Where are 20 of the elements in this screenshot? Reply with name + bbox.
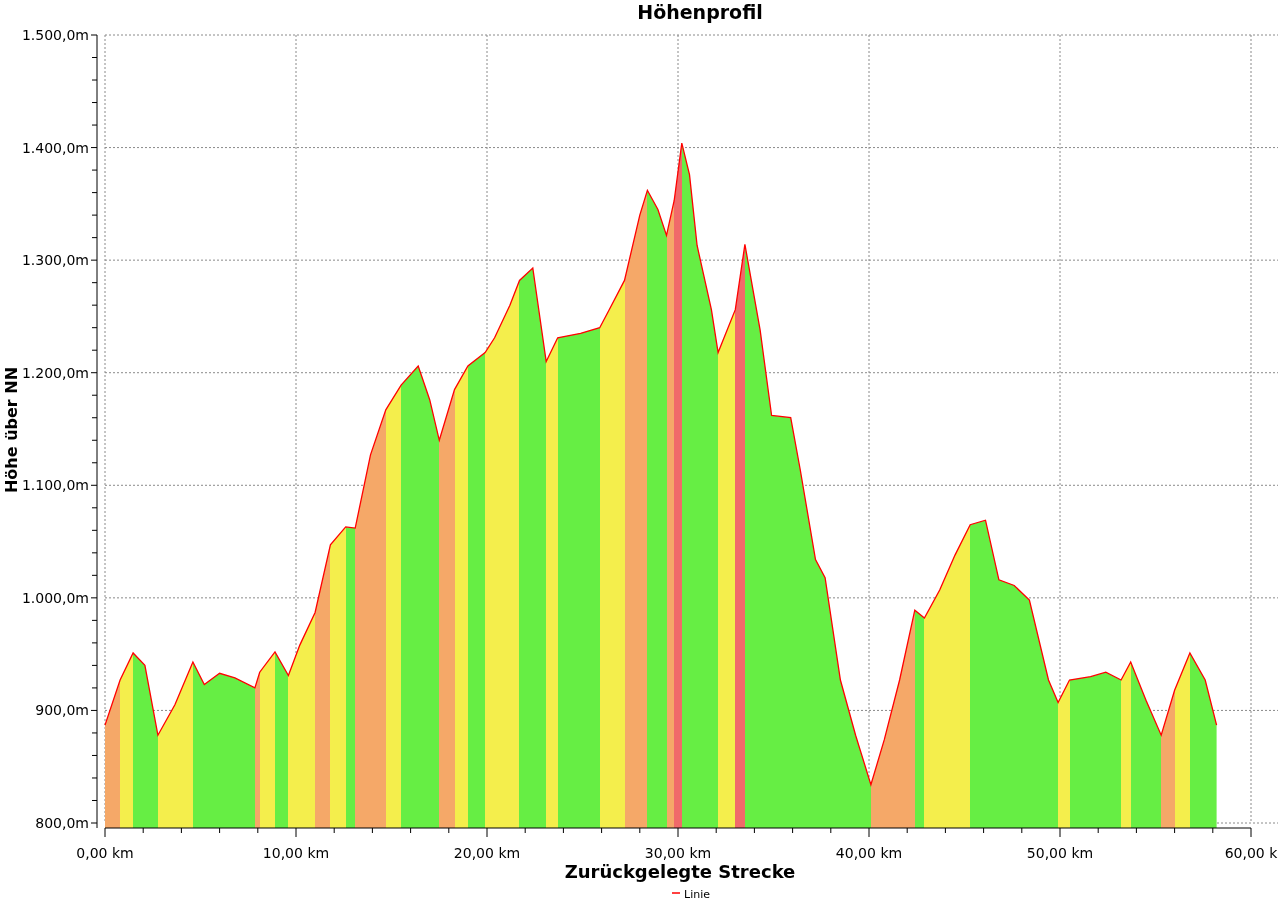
x-axis-title: Zurückgelegte Strecke: [564, 861, 796, 882]
y-tick-label: 900,0m: [35, 702, 89, 719]
y-tick-label: 1.000,0m: [21, 589, 89, 606]
legend-label: Linie: [684, 888, 710, 901]
x-tick-label: 20,00 km: [453, 845, 521, 861]
y-tick-label: 800,0m: [35, 815, 89, 831]
x-tick-label: 10,00 km: [262, 845, 330, 861]
x-tick-label: 0,00 km: [76, 845, 134, 861]
x-tick-label: 50,00 km: [1026, 845, 1094, 861]
y-tick-label: 1.100,0m: [21, 477, 89, 494]
y-tick-label: 1.300,0m: [21, 252, 89, 269]
x-tick-label: 60,00 k: [1224, 845, 1278, 861]
x-tick-label: 40,00 km: [835, 845, 903, 861]
x-tick-label: 30,00 km: [644, 845, 712, 861]
y-axis-title: Höhe über NN: [2, 366, 21, 494]
legend-line-icon: [671, 892, 681, 894]
y-tick-label: 1.200,0m: [21, 364, 89, 381]
chart-title: Höhenprofil: [637, 1, 763, 23]
y-tick-label: 1.500,0m: [21, 27, 89, 43]
y-tick-label: 1.400,0m: [21, 139, 89, 156]
